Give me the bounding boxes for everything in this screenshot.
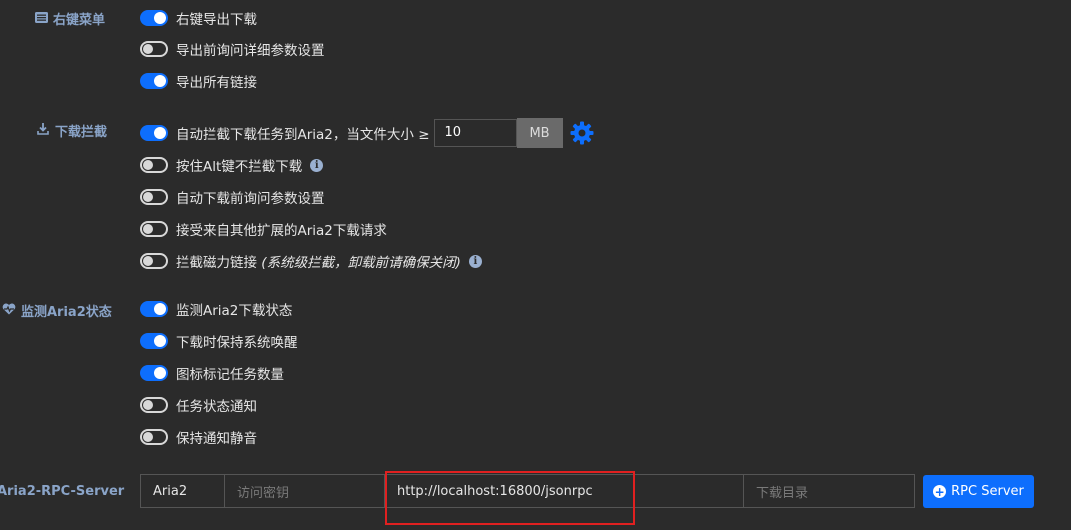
plus-circle-icon: + xyxy=(933,484,947,499)
option-label: 自动拦截下载任务到Aria2，当文件大小 ≥ xyxy=(176,127,430,143)
option-label: 自动下载前询问参数设置 xyxy=(176,191,325,207)
option-monitor-status[interactable]: 监测Aria2下载状态 xyxy=(140,299,292,319)
section-label-monitor: 监测Aria2状态 xyxy=(2,301,112,320)
heartbeat-icon xyxy=(2,303,16,318)
option-label: 按住Alt键不拦截下载 xyxy=(176,159,303,175)
option-mute-notify[interactable]: 保持通知静音 xyxy=(140,427,257,447)
toggle-switch[interactable] xyxy=(140,397,168,413)
info-icon[interactable]: i xyxy=(310,158,324,172)
gear-icon[interactable] xyxy=(569,120,595,146)
toggle-switch[interactable] xyxy=(140,429,168,445)
option-label: 拦截磁力链接 (系统级拦截，卸载前请确保关闭) xyxy=(176,255,461,271)
option-badge-count[interactable]: 图标标记任务数量 xyxy=(140,363,284,383)
option-task-notify[interactable]: 任务状态通知 xyxy=(140,395,257,415)
size-unit-label: MB xyxy=(516,118,563,148)
rpc-secret-input[interactable]: 访问密钥 xyxy=(224,474,385,508)
toggle-switch[interactable] xyxy=(140,157,168,173)
section-label-context-menu: 右键菜单 xyxy=(34,9,105,28)
option-label: 任务状态通知 xyxy=(176,399,257,415)
option-ask-before-export[interactable]: 导出前询问详细参数设置 xyxy=(140,39,325,59)
button-label: RPC Server xyxy=(951,484,1024,499)
option-label: 下载时保持系统唤醒 xyxy=(176,335,298,351)
option-label: 保持通知静音 xyxy=(176,431,257,447)
rpc-name-input[interactable]: Aria2 xyxy=(140,474,225,508)
section-label-download-intercept: 下载拦截 xyxy=(36,121,107,140)
toggle-switch[interactable] xyxy=(140,10,168,26)
download-icon xyxy=(36,123,50,138)
highlight-box xyxy=(385,471,635,525)
option-label: 导出所有链接 xyxy=(176,75,257,91)
toggle-switch[interactable] xyxy=(140,221,168,237)
toggle-switch[interactable] xyxy=(140,41,168,57)
option-keep-awake[interactable]: 下载时保持系统唤醒 xyxy=(140,331,298,351)
toggle-switch[interactable] xyxy=(140,333,168,349)
list-icon xyxy=(34,11,48,26)
option-alt-no-intercept[interactable]: 按住Alt键不拦截下载 i xyxy=(140,155,324,175)
option-export-download[interactable]: 右键导出下载 xyxy=(140,8,257,28)
section-title: 监测Aria2状态 xyxy=(21,305,112,320)
option-label: 接受来自其他扩展的Aria2下载请求 xyxy=(176,223,387,239)
option-label: 监测Aria2下载状态 xyxy=(176,303,293,319)
option-export-all-links[interactable]: 导出所有链接 xyxy=(140,71,257,91)
option-intercept-magnet[interactable]: 拦截磁力链接 (系统级拦截，卸载前请确保关闭) i xyxy=(140,251,482,271)
option-label: 图标标记任务数量 xyxy=(176,367,284,383)
section-title: 下载拦截 xyxy=(55,125,108,140)
rpc-download-dir-input[interactable]: 下载目录 xyxy=(743,474,915,508)
toggle-switch[interactable] xyxy=(140,301,168,317)
option-label: 右键导出下载 xyxy=(176,12,257,28)
rpc-server-label: Aria2-RPC-Server xyxy=(0,484,125,499)
toggle-switch[interactable] xyxy=(140,365,168,381)
info-icon[interactable]: i xyxy=(468,254,482,268)
add-rpc-server-button[interactable]: + RPC Server xyxy=(923,475,1034,508)
section-title: 右键菜单 xyxy=(53,13,106,28)
toggle-switch[interactable] xyxy=(140,125,168,141)
option-label: 导出前询问详细参数设置 xyxy=(176,43,325,59)
option-auto-intercept[interactable]: 自动拦截下载任务到Aria2，当文件大小 ≥ 10 MB xyxy=(140,118,595,148)
toggle-switch[interactable] xyxy=(140,253,168,269)
toggle-switch[interactable] xyxy=(140,73,168,89)
option-note: (系统级拦截，卸载前请确保关闭) xyxy=(261,255,461,271)
option-ask-before-download[interactable]: 自动下载前询问参数设置 xyxy=(140,187,325,207)
toggle-switch[interactable] xyxy=(140,189,168,205)
file-size-input[interactable]: 10 xyxy=(433,119,517,147)
option-accept-extension-requests[interactable]: 接受来自其他扩展的Aria2下载请求 xyxy=(140,219,387,239)
